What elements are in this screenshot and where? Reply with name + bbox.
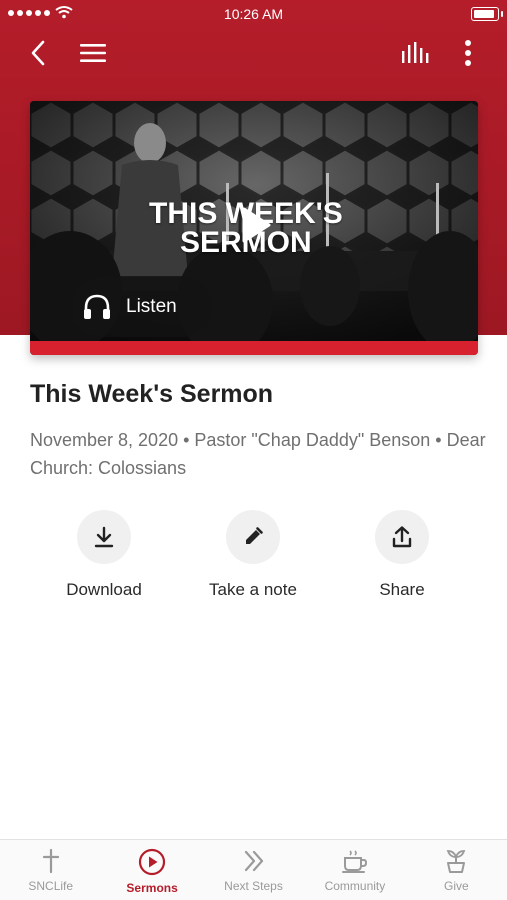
hamburger-icon bbox=[80, 44, 106, 62]
coffee-cup-icon bbox=[341, 850, 367, 873]
take-note-circle bbox=[226, 510, 280, 564]
download-icon bbox=[94, 526, 114, 548]
download-button[interactable]: Download bbox=[39, 510, 169, 600]
status-bar: 10:26 AM bbox=[0, 0, 507, 28]
tab-bar: SNCLife Sermons Next Steps Community Giv… bbox=[0, 839, 507, 900]
sermon-meta: November 8, 2020 • Pastor "Chap Daddy" B… bbox=[30, 430, 486, 478]
pencil-icon bbox=[246, 527, 263, 544]
menu-button[interactable] bbox=[76, 36, 110, 70]
tab-snclife[interactable]: SNCLife bbox=[0, 840, 101, 900]
plant-icon bbox=[447, 850, 466, 873]
tab-label-community: Community bbox=[324, 879, 386, 893]
status-time: 10:26 AM bbox=[223, 6, 284, 22]
tab-label-next-steps: Next Steps bbox=[224, 879, 283, 893]
tab-next-steps[interactable]: Next Steps bbox=[203, 840, 304, 900]
download-label: Download bbox=[66, 580, 142, 599]
listen-label: Listen bbox=[126, 296, 177, 317]
sermon-video-card[interactable]: THIS WEEK'S SERMON Listen bbox=[30, 101, 478, 355]
tab-label-snclife: SNCLife bbox=[28, 879, 74, 893]
take-note-button[interactable]: Take a note bbox=[188, 510, 318, 600]
play-circle-icon bbox=[139, 848, 166, 876]
share-button[interactable]: Share bbox=[337, 510, 467, 600]
media-progress-strip bbox=[30, 341, 478, 355]
listen-button[interactable]: Listen bbox=[72, 277, 212, 337]
tab-sermons[interactable]: Sermons bbox=[101, 840, 202, 900]
battery-icon bbox=[471, 7, 503, 21]
take-note-label: Take a note bbox=[209, 580, 297, 599]
share-icon bbox=[392, 526, 412, 548]
tab-give[interactable]: Give bbox=[406, 840, 507, 900]
play-icon bbox=[242, 207, 271, 243]
headphones-icon bbox=[84, 294, 110, 319]
chevron-left-icon bbox=[31, 40, 45, 66]
share-circle bbox=[375, 510, 429, 564]
audio-bars-icon bbox=[402, 42, 429, 63]
audio-button[interactable] bbox=[398, 36, 432, 70]
double-chevron-icon bbox=[244, 850, 263, 872]
vertical-dots-icon bbox=[465, 40, 471, 66]
more-options-button[interactable] bbox=[451, 36, 485, 70]
action-row: Download Take a note Share bbox=[0, 510, 507, 610]
back-button[interactable] bbox=[21, 36, 55, 70]
tab-label-give: Give bbox=[443, 879, 469, 893]
sermon-title: This Week's Sermon bbox=[30, 380, 274, 408]
play-button[interactable] bbox=[225, 195, 285, 255]
cross-icon bbox=[42, 848, 59, 874]
share-label: Share bbox=[379, 580, 425, 599]
tab-community[interactable]: Community bbox=[304, 840, 405, 900]
download-circle bbox=[77, 510, 131, 564]
tab-label-sermons: Sermons bbox=[126, 881, 178, 895]
